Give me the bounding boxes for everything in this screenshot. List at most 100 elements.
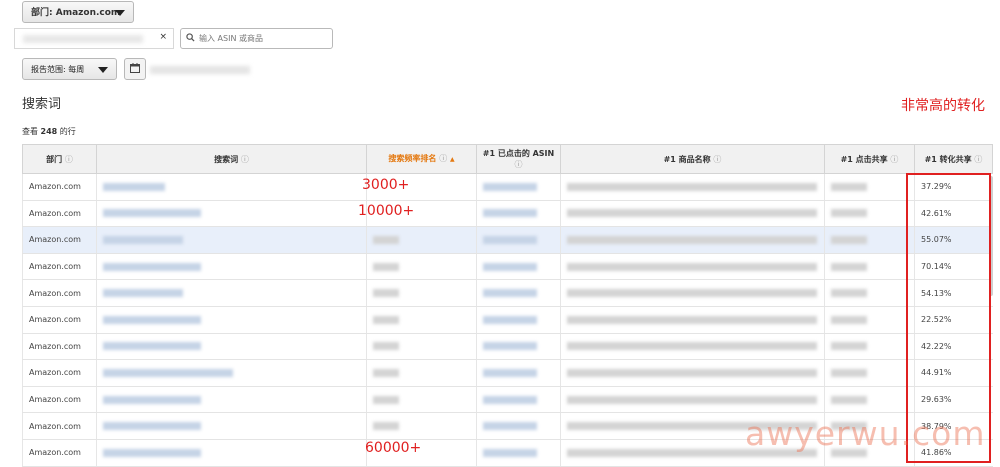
asin-cell[interactable]: [476, 226, 561, 254]
click-share-cell: [824, 253, 915, 281]
column-header-department[interactable]: 部门 ⓘ: [22, 144, 97, 174]
row-count-value: 248: [40, 127, 58, 136]
table-row: Amazon.com 44.91%: [22, 359, 993, 387]
search-term-cell[interactable]: [96, 279, 367, 307]
search-term-cell[interactable]: [96, 253, 367, 281]
department-cell: Amazon.com: [22, 253, 97, 281]
report-range-dropdown[interactable]: 报告范围: 每周: [22, 58, 117, 80]
asin-cell[interactable]: [476, 412, 561, 440]
click-share-cell: [824, 386, 915, 414]
info-icon[interactable]: ⓘ: [65, 155, 73, 164]
product-name-cell[interactable]: [560, 333, 825, 361]
click-share-cell: [824, 226, 915, 254]
rank-cell: [366, 253, 477, 281]
info-icon[interactable]: ⓘ: [890, 155, 898, 164]
search-term-cell[interactable]: [96, 359, 367, 387]
department-cell: Amazon.com: [22, 200, 97, 228]
search-term-cell[interactable]: [96, 306, 367, 334]
search-icon: [186, 29, 195, 48]
sort-ascending-icon: ▲: [449, 156, 455, 163]
product-name-cell[interactable]: [560, 386, 825, 414]
rank-cell: [366, 306, 477, 334]
info-icon[interactable]: ⓘ: [713, 155, 721, 164]
asin-cell[interactable]: [476, 173, 561, 201]
click-share-cell: [824, 279, 915, 307]
search-term-cell[interactable]: [96, 226, 367, 254]
column-header-search-frequency-rank[interactable]: 搜索频率排名 ⓘ ▲: [366, 144, 477, 174]
calendar-icon: [130, 63, 140, 74]
row-count-prefix: 查看: [22, 127, 38, 136]
chevron-down-icon: [115, 10, 125, 16]
rank-cell: [366, 359, 477, 387]
info-icon[interactable]: ⓘ: [974, 155, 982, 164]
annotation-note: 非常高的转化: [901, 98, 985, 114]
info-icon[interactable]: ⓘ: [439, 154, 447, 163]
product-name-cell[interactable]: [560, 226, 825, 254]
rank-cell: [366, 386, 477, 414]
department-cell: Amazon.com: [22, 333, 97, 361]
table-row: Amazon.com 29.63%: [22, 386, 993, 414]
blurred-filter-field[interactable]: ×: [14, 28, 174, 49]
search-term-cell[interactable]: [96, 200, 367, 228]
click-share-cell: [824, 173, 915, 201]
product-name-cell[interactable]: [560, 253, 825, 281]
column-header-top-clicked-asin[interactable]: #1 已点击的 ASIN ⓘ: [476, 144, 561, 174]
rank-cell: [366, 412, 477, 440]
column-header-top-conversion-share[interactable]: #1 转化共享 ⓘ: [914, 144, 993, 174]
page-title: 搜索词: [22, 97, 62, 112]
department-cell: Amazon.com: [22, 359, 97, 387]
product-name-cell[interactable]: [560, 279, 825, 307]
table-row-highlighted: Amazon.com 55.07%: [22, 226, 993, 254]
table-row: Amazon.com 54.13%: [22, 279, 993, 307]
product-name-cell[interactable]: [560, 359, 825, 387]
department-cell: Amazon.com: [22, 306, 97, 334]
department-cell: Amazon.com: [22, 279, 97, 307]
column-header-top-product-name[interactable]: #1 商品名称 ⓘ: [560, 144, 825, 174]
click-share-cell: [824, 333, 915, 361]
row-count: 查看 248 的行: [22, 126, 76, 137]
asin-cell[interactable]: [476, 200, 561, 228]
asin-cell[interactable]: [476, 359, 561, 387]
info-icon[interactable]: ⓘ: [515, 160, 523, 169]
asin-cell[interactable]: [476, 279, 561, 307]
search-term-cell[interactable]: [96, 386, 367, 414]
department-dropdown[interactable]: 部门: Amazon.com: [22, 1, 134, 23]
report-range-label: 报告范围: 每周: [31, 65, 85, 74]
table-row: Amazon.com 42.22%: [22, 333, 993, 361]
column-header-top-click-share[interactable]: #1 点击共享 ⓘ: [824, 144, 915, 174]
product-name-cell[interactable]: [560, 200, 825, 228]
table-row: Amazon.com 37.29%: [22, 173, 993, 201]
calendar-button[interactable]: [124, 58, 146, 80]
watermark: awyerwu.com: [745, 414, 986, 453]
table-row: Amazon.com 22.52%: [22, 306, 993, 334]
rank-cell: [366, 226, 477, 254]
annotation-rank-1: 3000+: [362, 177, 410, 193]
blurred-text: [23, 35, 143, 43]
department-cell: Amazon.com: [22, 386, 97, 414]
product-name-cell[interactable]: [560, 173, 825, 201]
department-cell: Amazon.com: [22, 412, 97, 440]
department-label: 部门: Amazon.com: [31, 8, 121, 18]
asin-cell[interactable]: [476, 439, 561, 467]
annotation-rank-2: 10000+: [358, 203, 415, 219]
clear-icon[interactable]: ×: [159, 32, 167, 42]
rank-cell: [366, 279, 477, 307]
department-cell: Amazon.com: [22, 173, 97, 201]
search-term-cell[interactable]: [96, 439, 367, 467]
asin-cell[interactable]: [476, 386, 561, 414]
asin-cell[interactable]: [476, 306, 561, 334]
blurred-date-range: [150, 66, 250, 74]
info-icon[interactable]: ⓘ: [241, 155, 249, 164]
search-term-cell[interactable]: [96, 333, 367, 361]
product-name-cell[interactable]: [560, 306, 825, 334]
asin-search-input[interactable]: 输入 ASIN 或商品: [180, 28, 333, 49]
asin-cell[interactable]: [476, 333, 561, 361]
column-header-search-term[interactable]: 搜索词 ⓘ: [96, 144, 367, 174]
search-term-cell[interactable]: [96, 173, 367, 201]
search-term-cell[interactable]: [96, 412, 367, 440]
department-cell: Amazon.com: [22, 226, 97, 254]
asin-cell[interactable]: [476, 253, 561, 281]
click-share-cell: [824, 306, 915, 334]
search-placeholder: 输入 ASIN 或商品: [199, 34, 263, 43]
table-row: Amazon.com 70.14%: [22, 253, 993, 281]
